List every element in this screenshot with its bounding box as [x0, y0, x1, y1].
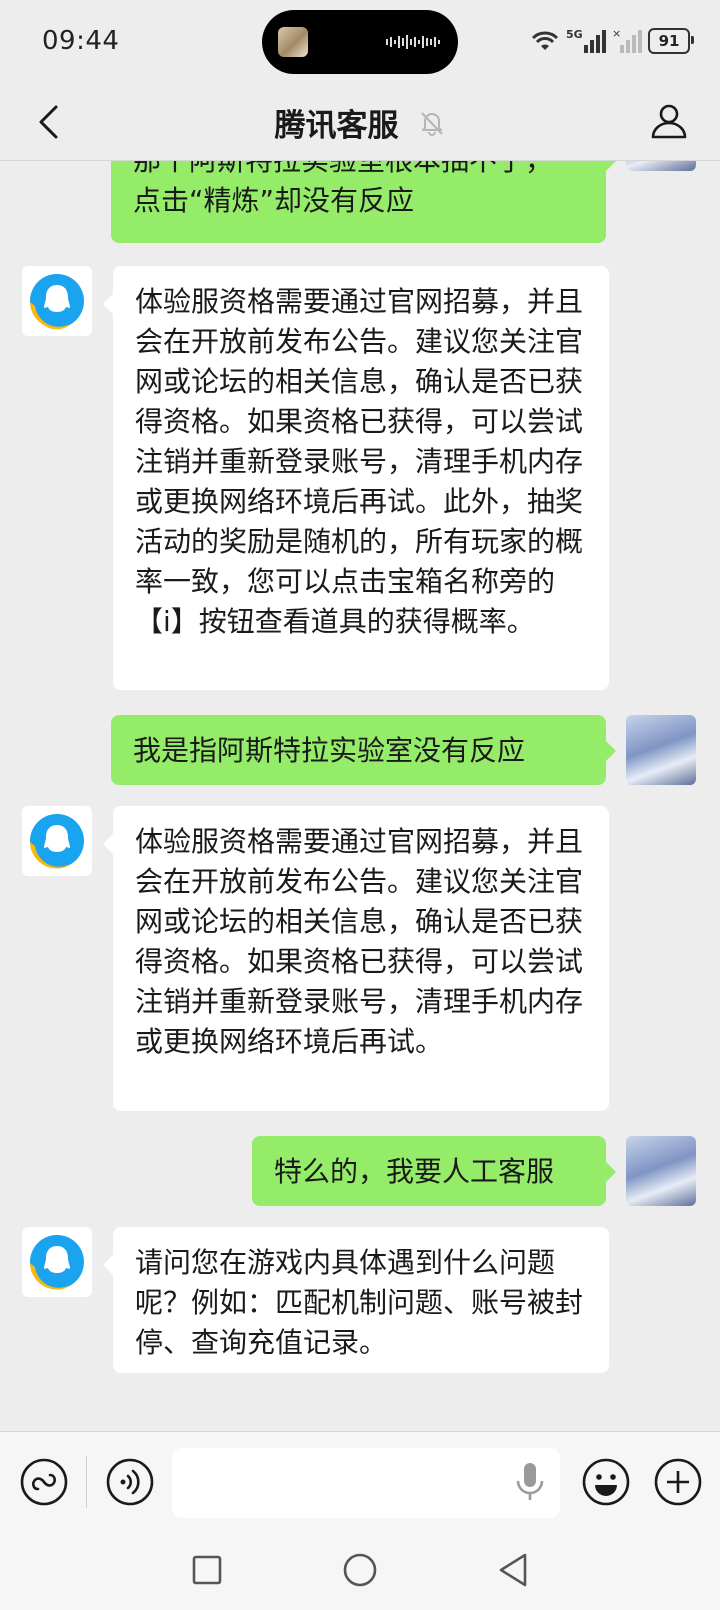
message-input[interactable] — [172, 1448, 560, 1518]
header-title-group: 腾讯客服 — [0, 100, 720, 145]
message-row-user: 那个阿斯特拉实验室根本抽不了， 点击“精炼”却没有反应 — [0, 161, 720, 245]
bell-muted-icon — [420, 111, 443, 136]
message-row-bot: 体验服资格需要通过官网招募，并且会在开放前发布公告。建议您关注官网或论坛的相关信… — [0, 806, 720, 1116]
square-icon — [192, 1555, 222, 1585]
system-navigation-bar — [0, 1531, 720, 1610]
bot-avatar[interactable] — [22, 806, 92, 876]
svg-text:×: × — [612, 27, 621, 40]
status-bar: 09:44 5G × 91 — [0, 0, 720, 84]
smiley-icon — [582, 1458, 630, 1506]
voice-wave-icon — [106, 1458, 154, 1506]
bot-avatar[interactable] — [22, 266, 92, 336]
chat-header: 腾讯客服 — [0, 84, 720, 161]
emoji-button[interactable] — [580, 1456, 632, 1508]
page-title: 腾讯客服 — [274, 108, 399, 144]
message-bubble-bot[interactable]: 请问您在游戏内具体遇到什么问题呢？例如：匹配机制问题、账号被封停、查询充值记录。 — [103, 1227, 609, 1373]
microphone-icon[interactable] — [512, 1460, 548, 1504]
battery-level: 91 — [658, 32, 680, 50]
input-divider — [86, 1456, 87, 1508]
tencent-support-logo-icon — [30, 1235, 84, 1290]
status-time: 09:44 — [42, 26, 120, 56]
home-button[interactable] — [335, 1545, 385, 1595]
more-actions-button[interactable] — [652, 1456, 704, 1508]
status-icons: 5G × 91 — [530, 24, 694, 58]
battery-icon: 91 — [648, 28, 694, 54]
user-avatar[interactable] — [626, 1136, 696, 1206]
message-bubble-user[interactable]: 我是指阿斯特拉实验室没有反应 — [111, 715, 616, 785]
wifi-icon — [531, 31, 559, 50]
circle-icon — [343, 1553, 377, 1587]
tencent-support-logo-icon — [30, 274, 84, 330]
message-row-user: 我是指阿斯特拉实验室没有反应 — [0, 715, 720, 787]
message-row-bot: 体验服资格需要通过官网招募，并且会在开放前发布公告。建议您关注官网或论坛的相关信… — [0, 266, 720, 696]
voice-mode-button[interactable] — [104, 1456, 156, 1508]
music-thumbnail — [278, 27, 308, 57]
cellular-signal-5g-icon: 5G — [566, 28, 606, 53]
message-bubble-bot[interactable]: 体验服资格需要通过官网招募，并且会在开放前发布公告。建议您关注官网或论坛的相关信… — [103, 266, 609, 690]
user-avatar[interactable] — [626, 715, 696, 785]
message-row-user: 特么的，我要人工客服 — [0, 1136, 720, 1208]
message-row-bot: 请问您在游戏内具体遇到什么问题呢？例如：匹配机制问题、账号被封停、查询充值记录。 — [0, 1227, 720, 1377]
message-bubble-bot[interactable]: 体验服资格需要通过官网招募，并且会在开放前发布公告。建议您关注官网或论坛的相关信… — [103, 806, 609, 1111]
plus-icon — [654, 1458, 702, 1506]
user-avatar[interactable] — [626, 161, 696, 171]
tencent-support-logo-icon — [30, 814, 84, 869]
message-bubble-user[interactable]: 特么的，我要人工客服 — [252, 1136, 616, 1206]
audio-wave-icon — [386, 35, 440, 49]
message-bubble-user[interactable]: 那个阿斯特拉实验室根本抽不了， 点击“精炼”却没有反应 — [111, 161, 616, 243]
back-nav-button[interactable] — [488, 1545, 538, 1595]
dynamic-island[interactable] — [262, 10, 458, 74]
person-icon — [651, 104, 687, 139]
link-icon — [20, 1458, 68, 1506]
network-label: 5G — [566, 28, 583, 41]
recents-button[interactable] — [182, 1545, 232, 1595]
cellular-signal-off-icon: × — [612, 27, 642, 53]
bot-avatar[interactable] — [22, 1227, 92, 1297]
input-bar — [0, 1431, 720, 1532]
contact-profile-button[interactable] — [644, 96, 694, 146]
mini-program-button[interactable] — [18, 1456, 70, 1508]
triangle-back-icon — [499, 1553, 527, 1587]
message-list[interactable]: 那个阿斯特拉实验室根本抽不了， 点击“精炼”却没有反应 体验服资格需要通过官网招… — [0, 161, 720, 1431]
